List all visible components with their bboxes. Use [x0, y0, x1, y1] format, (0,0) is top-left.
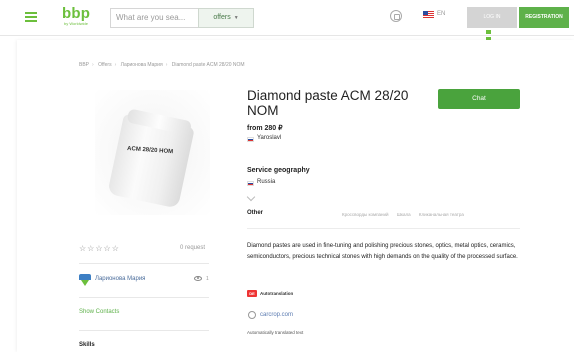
- breadcrumb-item-seller[interactable]: Ларионова Мария: [121, 62, 163, 68]
- russia-flag-icon: [247, 137, 254, 142]
- show-contacts-link[interactable]: Show Contacts: [79, 309, 119, 315]
- product-image[interactable]: ACM 28/20 НОМ: [95, 90, 210, 215]
- language-select[interactable]: EN: [437, 11, 445, 17]
- logo-subtext: by Worldwide: [64, 21, 88, 26]
- breadcrumb-item-offers[interactable]: Offers: [98, 62, 112, 68]
- website-link[interactable]: carcrop.com: [260, 312, 293, 318]
- menu-icon[interactable]: [25, 12, 37, 22]
- autotranslation-label: Autotranslation: [260, 291, 294, 296]
- eye-icon: [194, 276, 202, 281]
- breadcrumb-item-current: Diamond paste ACM 28/20 NOM: [171, 62, 245, 68]
- chat-button[interactable]: Chat: [438, 89, 520, 109]
- search-input[interactable]: What are you sea...: [110, 8, 198, 28]
- product-price: from 280 ₽: [247, 125, 283, 132]
- other-title: Other: [247, 210, 264, 216]
- site-logo[interactable]: bbp by Worldwide: [62, 6, 96, 30]
- service-geography-title: Service geography: [247, 167, 310, 174]
- seller-name-link[interactable]: Ларионова Мария: [95, 276, 145, 282]
- breadcrumb-separator-icon: ›: [92, 62, 94, 68]
- chat-bubble-icon[interactable]: [390, 10, 402, 22]
- request-count: 0 request: [180, 245, 206, 251]
- category-select-label: offers: [213, 14, 231, 21]
- breadcrumb-separator-icon: ›: [165, 62, 168, 68]
- divider: [79, 263, 209, 264]
- product-title: Diamond paste ACM 28/20 NOM: [247, 88, 409, 118]
- autotranslation-badge-icon: DE: [247, 290, 257, 297]
- auto-translated-note: Automatically translated text: [247, 330, 304, 335]
- seller-avatar-icon: [79, 274, 91, 286]
- breadcrumb: BBP › Offers › Ларионова Мария › Diamond pa…: [79, 62, 248, 68]
- skills-title: Skills: [79, 342, 95, 348]
- service-geography-value: Russia: [257, 179, 276, 185]
- divider: [79, 297, 209, 298]
- divider: [247, 228, 520, 229]
- category-select[interactable]: offers ▼: [198, 8, 254, 28]
- tag-list: Кроссворды компаний Шкала Кликанальная т…: [342, 212, 471, 217]
- product-description: Diamond pastes are used in fine-tuning a…: [247, 243, 518, 260]
- jar-label: ACM 28/20 НОМ: [126, 145, 174, 156]
- product-city: Yaroslavl: [257, 135, 282, 141]
- logo-text: bbp: [62, 5, 91, 22]
- tag-item[interactable]: Шкала: [397, 212, 411, 217]
- link-icon: [248, 311, 256, 319]
- jar-lid: [126, 108, 193, 136]
- breadcrumb-separator-icon: ›: [114, 62, 117, 68]
- registration-button[interactable]: REGISTRATION: [519, 7, 569, 28]
- us-flag-icon[interactable]: [423, 11, 434, 19]
- tag-item[interactable]: Кроссворды компаний: [342, 212, 389, 217]
- login-button[interactable]: LOG IN: [467, 7, 517, 28]
- chevron-down-icon: ▼: [233, 15, 239, 21]
- jar-illustration: ACM 28/20 НОМ: [107, 108, 195, 209]
- view-count: 1: [206, 276, 209, 282]
- breadcrumb-item-home[interactable]: BBP: [79, 62, 89, 68]
- russia-flag-icon: [247, 181, 254, 186]
- rating-stars: ☆☆☆☆☆: [79, 244, 120, 253]
- tag-item[interactable]: Кликанальная театра: [419, 212, 464, 217]
- divider: [79, 330, 209, 331]
